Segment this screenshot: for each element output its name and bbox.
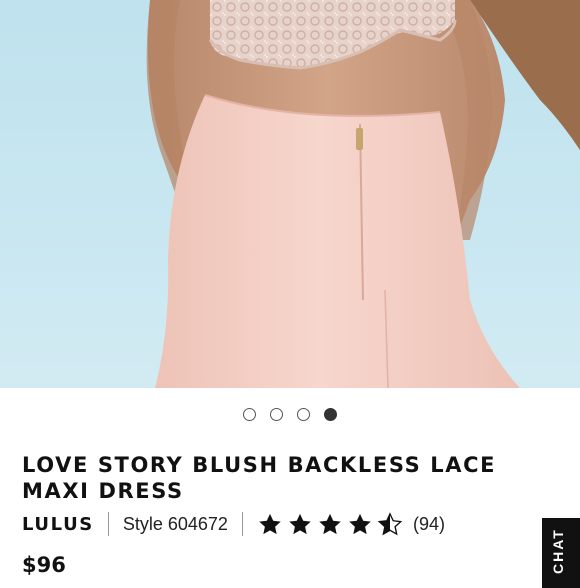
product-image[interactable] xyxy=(0,0,580,388)
carousel-dot-3[interactable] xyxy=(297,408,310,421)
star-icon xyxy=(347,512,373,537)
divider xyxy=(107,512,109,536)
star-icon xyxy=(257,512,283,537)
brand-link[interactable]: LULUS xyxy=(22,514,94,535)
product-title: LOVE STORY BLUSH BACKLESS LACE MAXI DRES… xyxy=(22,453,497,503)
star-icon xyxy=(317,512,343,537)
style-number: Style 604672 xyxy=(122,513,228,534)
carousel-dot-2[interactable] xyxy=(270,408,283,421)
chat-button[interactable]: CHAT xyxy=(542,518,580,588)
star-rating[interactable]: (94) xyxy=(257,511,445,537)
divider xyxy=(241,512,243,536)
review-count[interactable]: (94) xyxy=(413,514,445,535)
carousel-dot-4-active[interactable] xyxy=(324,408,337,421)
product-price: $96 xyxy=(22,553,66,577)
half-star-icon xyxy=(377,511,403,537)
chat-label: CHAT xyxy=(550,528,566,574)
star-icon xyxy=(287,512,313,537)
carousel-indicators xyxy=(0,408,580,426)
product-meta-row: LULUS Style 604672 (94) xyxy=(22,511,445,537)
dress-back-photo xyxy=(146,0,580,388)
carousel-dot-1[interactable] xyxy=(243,408,256,421)
